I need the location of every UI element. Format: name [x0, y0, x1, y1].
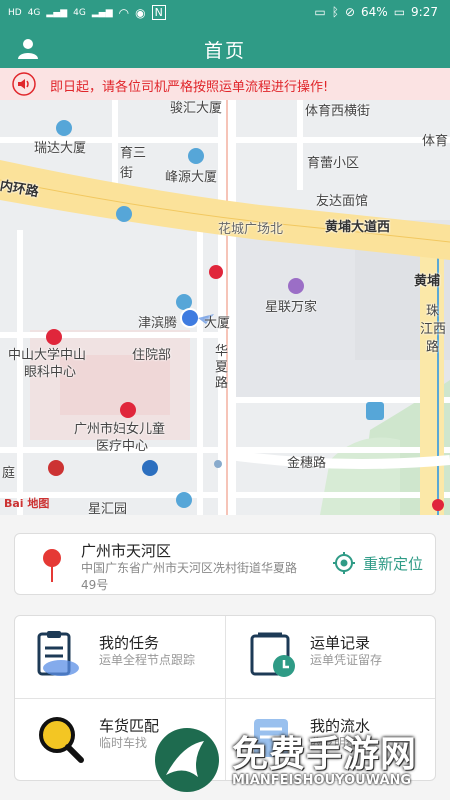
map-label-zhujiang3: 路 — [426, 340, 440, 355]
location-city: 广州市天河区 — [81, 542, 172, 560]
map-label-fuyou2: 医疗中心 — [96, 439, 149, 454]
map-label-fengyuan: 峰源大厦 — [165, 170, 218, 185]
map-label-youda: 友达面馆 — [316, 194, 369, 209]
app-bar: 首页 — [0, 28, 450, 68]
signal-icon: ▂▄▆ — [46, 7, 68, 18]
map-label-ruida: 瑞达大厦 — [34, 141, 87, 156]
map-label-ting: 庭 — [2, 466, 16, 481]
status-left: HD 4G ▂▄▆ 4G ▂▄▆ ◠ ◉ N — [8, 5, 166, 20]
map-label-zhuyuan: 住院部 — [132, 348, 172, 363]
battery-icon: ▭ — [393, 5, 406, 19]
map-label-zhujiang2: 江西 — [420, 322, 447, 337]
notice-banner: 即日起，请各位司机严格按照运单流程进行操作! — [0, 68, 450, 100]
location-pin-icon — [43, 549, 61, 582]
watermark-text: 免费手游网 — [232, 734, 418, 775]
speaker-icon — [12, 72, 36, 96]
cast-icon: ▭ — [314, 5, 326, 19]
status-right: ▭ ᛒ ⊘ 64% ▭ 9:27 — [314, 5, 438, 19]
map-label-zhujiang1: 珠 — [426, 304, 440, 319]
nfc-icon: N — [151, 5, 166, 20]
map-label-yusan: 育三 — [120, 146, 147, 161]
map-label-junhui: 骏汇大厦 — [170, 101, 223, 116]
signal-4g-indicator-2: 4G — [73, 7, 86, 18]
menu-my-tasks[interactable]: 我的任务 运单全程节点跟踪 — [15, 616, 225, 698]
map-label-huacheng: 花城广场北 — [218, 222, 284, 237]
menu-my-tasks-title: 我的任务 — [99, 634, 160, 652]
bluetooth-icon: ᛒ — [331, 5, 339, 19]
relocate-label: 重新定位 — [362, 554, 423, 573]
clock: 9:27 — [411, 5, 438, 19]
map-label-huangpu-short: 黄埔 — [414, 274, 441, 289]
map-label-zhongshan2: 眼科中心 — [24, 365, 77, 380]
wifi-icon: ◠ — [118, 5, 130, 20]
target-icon — [332, 552, 355, 574]
signal-4g-indicator: 4G — [27, 7, 41, 18]
watermark-subtext: MIANFEISHOUYOUWANG — [232, 773, 412, 788]
watermark: 免费手游网 MIANFEISHOUYOUWANG — [150, 725, 450, 800]
map-label-jinsui: 金穗路 — [287, 456, 327, 471]
page-title: 首页 — [203, 40, 246, 62]
location-address: 中国广东省广州市天河区冼村街道华夏路49号 — [81, 561, 298, 592]
map-label-jie: 街 — [120, 166, 134, 181]
signal-icon-2: ▂▄▆ — [91, 7, 113, 18]
hd-indicator: HD — [8, 7, 22, 18]
relocate-button[interactable]: 重新定位 — [332, 552, 423, 574]
mute-icon: ⊘ — [344, 5, 356, 19]
map-label-huangpu: 黄埔大道西 — [325, 220, 391, 235]
map-label-tiyu-short: 体育 — [422, 134, 449, 149]
map-label-dasha: 大厦 — [204, 316, 231, 331]
menu-my-tasks-subtitle: 运单全程节点跟踪 — [99, 653, 196, 667]
map-label-yuying: 育蕾小区 — [307, 156, 360, 171]
location-card: 广州市天河区 中国广东省广州市天河区冼村街道华夏路49号 重新定位 — [14, 533, 436, 595]
baidu-map-logo: Bai 地图 — [4, 497, 50, 510]
notice-text: 即日起，请各位司机严格按照运单流程进行操作! — [50, 80, 329, 95]
search-icon — [39, 717, 84, 763]
map-label-jinbin: 津滨腾 — [138, 316, 178, 331]
clipboard-icon — [37, 631, 79, 676]
watermark-logo-icon — [155, 728, 219, 792]
map-label-huaxia3: 路 — [215, 376, 229, 391]
menu-waybill-records[interactable]: 运单记录 运单凭证留存 — [226, 616, 435, 698]
map-view[interactable]: 骏汇大厦 体育西横街 体育 瑞达大厦 育三 街 峰源大厦 育蕾小区 内环路 友达… — [0, 100, 450, 515]
map-canvas — [0, 100, 450, 515]
status-bar: HD 4G ▂▄▆ 4G ▂▄▆ ◠ ◉ N ▭ ᛒ ⊘ 64% ▭ 9:27 — [0, 0, 450, 28]
eye-icon: ◉ — [135, 5, 146, 20]
menu-waybill-records-title: 运单记录 — [310, 634, 371, 652]
record-icon — [250, 632, 295, 677]
battery-percent: 64% — [361, 5, 388, 19]
map-label-jianhui: 星汇园 — [88, 502, 128, 515]
menu-waybill-records-subtitle: 运单凭证留存 — [310, 653, 383, 667]
map-label-xinglian: 星联万家 — [265, 300, 318, 315]
map-label-tiyu-heng: 体育西横街 — [305, 104, 371, 119]
